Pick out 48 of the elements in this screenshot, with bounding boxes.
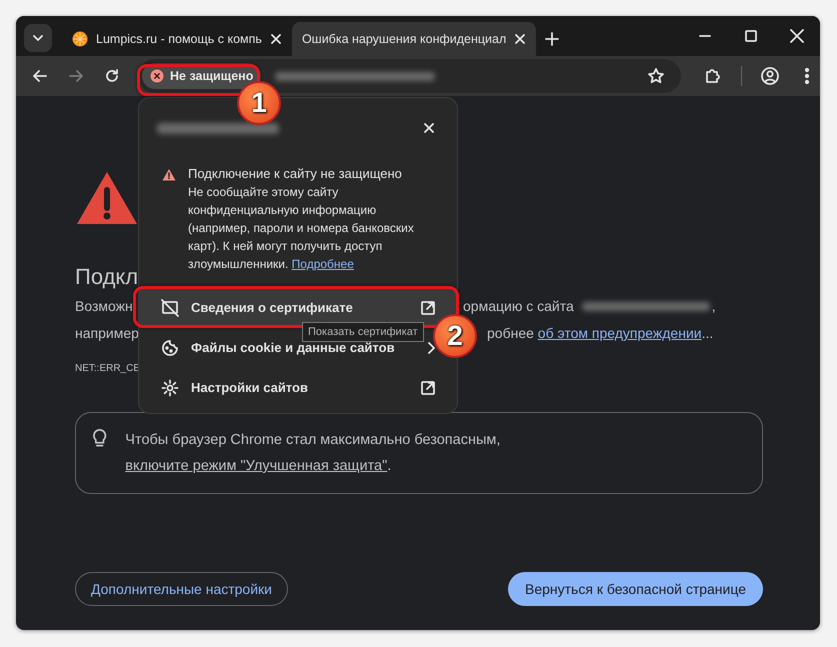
window-close-button[interactable] [789, 29, 805, 43]
learn-more-link[interactable]: Подробнее [292, 257, 354, 271]
plus-icon [545, 32, 560, 46]
fruit-slice-icon [72, 31, 88, 47]
maximize-button[interactable] [743, 29, 759, 43]
page-title: Подкл [75, 263, 138, 291]
body-text: ормацию с сайта [463, 298, 574, 314]
cookie-icon [161, 339, 179, 357]
close-icon[interactable] [514, 33, 526, 45]
certificate-icon [161, 299, 179, 317]
tab-title: Lumpics.ru - помощь с компь [96, 30, 262, 48]
tooltip: Показать сертификат [302, 322, 424, 342]
chevron-down-icon [32, 32, 44, 44]
star-icon[interactable] [647, 67, 665, 85]
advanced-button[interactable]: Дополнительные настройки [75, 572, 288, 606]
forward-icon[interactable] [67, 67, 85, 85]
menu-icon[interactable] [804, 67, 810, 85]
reload-icon[interactable] [103, 67, 121, 85]
external-link-icon [421, 301, 435, 315]
settings-icon [161, 379, 179, 397]
tab-title: Ошибка нарушения конфиденциал [302, 30, 506, 48]
external-link-icon [421, 381, 435, 395]
chevron-right-icon [427, 341, 435, 355]
profile-icon[interactable] [760, 66, 780, 86]
body-text: , [712, 298, 716, 314]
lightbulb-icon [92, 427, 108, 449]
browser-tab[interactable]: Ошибка нарушения конфиденциал [292, 22, 536, 56]
puzzle-icon[interactable] [703, 66, 723, 86]
back-to-safety-button[interactable]: Вернуться к безопасной странице [508, 572, 763, 606]
error-icon [150, 69, 164, 83]
address-bar[interactable]: Не защищено [138, 59, 681, 93]
browser-tab[interactable]: Lumpics.ru - помощь с компь [62, 22, 292, 56]
body-text: ... [702, 325, 714, 341]
step-number-badge: 2 [433, 314, 477, 358]
popup-menu-item[interactable]: Настройки сайтов [139, 368, 457, 408]
error-code: NET::ERR_CE [75, 362, 140, 376]
protection-link[interactable]: включите режим "Улучшенная защита" [125, 458, 388, 474]
popup-heading: Подключение к сайту не защищено [188, 165, 403, 183]
tab-search-button[interactable] [24, 24, 52, 52]
popup-message: Не сообщайте этому сайту конфиденциальную информацию (например, пароли и номера банковских карт). К ней могут получить доступ злоумышленники. Подробнее [188, 184, 415, 273]
warning-link[interactable]: об этом предупреждении [538, 325, 702, 341]
back-icon[interactable] [31, 67, 49, 85]
body-text: Возможн [75, 297, 134, 316]
close-icon[interactable] [270, 33, 282, 45]
warning-icon [162, 168, 176, 181]
close-icon[interactable] [423, 122, 435, 134]
tip-text: Чтобы браузер Chrome стал максимально безопасным, включите режим "Улучшенная защита". [125, 431, 502, 476]
body-text: робнее [487, 325, 534, 341]
